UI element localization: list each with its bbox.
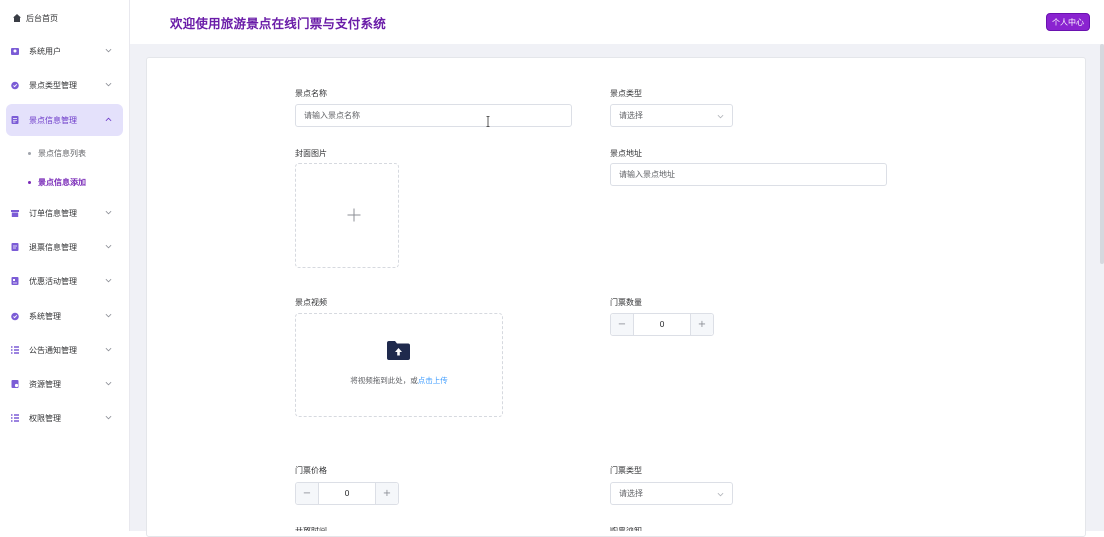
menu-item-refund-info[interactable]: 退票信息管理 [6, 231, 123, 263]
promotion-icon [10, 276, 20, 286]
increment-button[interactable]: + [690, 314, 713, 335]
chevron-down-icon [105, 82, 112, 87]
ticket-price-label: 门票价格 [295, 466, 327, 475]
menu-label: 系统用户 [29, 46, 61, 56]
menu-item-system-users[interactable]: 系统用户 [6, 35, 123, 67]
start-time-label: 开放时间 [295, 527, 355, 531]
video-label: 景点视频 [295, 298, 327, 307]
chevron-down-icon [105, 244, 112, 249]
order-icon [10, 208, 20, 218]
ticket-type-select[interactable]: 请选择 [610, 482, 733, 505]
menu-label: 景点类型管理 [29, 80, 77, 90]
menu-label: 退票信息管理 [29, 242, 77, 252]
ticket-price-value[interactable]: 0 [319, 483, 375, 504]
chevron-down-icon [105, 347, 112, 352]
permission-icon [10, 413, 20, 423]
plus-icon [347, 208, 361, 222]
chevron-down-icon [717, 114, 724, 119]
ticket-type-label: 门票类型 [610, 466, 642, 475]
scrollbar-thumb[interactable] [1100, 44, 1104, 264]
menu-item-scenic-info[interactable]: 景点信息管理 [6, 104, 123, 136]
decrement-button[interactable]: − [611, 314, 634, 335]
submenu-item-scenic-list[interactable]: 景点信息列表 [28, 146, 86, 160]
chevron-up-icon [105, 117, 112, 122]
document-icon [10, 115, 20, 125]
chevron-down-icon [105, 381, 112, 386]
system-icon [10, 311, 20, 321]
text-cursor-icon [486, 116, 490, 127]
home-link[interactable]: 后台首页 [12, 11, 58, 25]
submenu-label: 景点信息添加 [38, 177, 86, 187]
sidebar: 后台首页 系统用户 景点类型管理 景点信息管理 景点信息列表 景点信息添加 订单… [0, 0, 130, 531]
decrement-button[interactable]: − [296, 483, 319, 504]
name-input[interactable]: 请输入景点名称 [295, 104, 572, 127]
ticket-count-stepper: − 0 + [610, 313, 714, 336]
menu-item-promotion[interactable]: 优惠活动管理 [6, 265, 123, 297]
type-label: 景点类型 [610, 89, 642, 98]
home-icon [13, 14, 21, 22]
page-title: 欢迎使用旅游景点在线门票与支付系统 [170, 16, 386, 31]
menu-item-system[interactable]: 系统管理 [6, 300, 123, 332]
bullet-dot [28, 151, 31, 155]
cover-label: 封面图片 [295, 149, 327, 158]
click-upload-link[interactable]: 点击上传 [418, 376, 448, 385]
bullet-dot [28, 180, 31, 184]
purchase-notice-label: 购票须知 [610, 527, 670, 531]
chevron-down-icon [717, 492, 724, 497]
name-label: 景点名称 [295, 89, 327, 98]
resource-icon [10, 379, 20, 389]
menu-label: 景点信息管理 [29, 115, 77, 125]
ticket-count-value[interactable]: 0 [634, 314, 690, 335]
category-icon [10, 80, 20, 90]
drag-hint: 将视频拖到此处，或 [350, 376, 418, 385]
menu-label: 优惠活动管理 [29, 276, 77, 286]
chevron-down-icon [105, 313, 112, 318]
ticket-type-select-value: 请选择 [619, 489, 643, 498]
home-label: 后台首页 [26, 13, 58, 23]
menu-item-order-info[interactable]: 订单信息管理 [6, 197, 123, 229]
submenu-label: 景点信息列表 [38, 148, 86, 158]
refund-icon [10, 242, 20, 252]
menu-label: 订单信息管理 [29, 208, 77, 218]
address-input[interactable]: 请输入景点地址 [610, 163, 887, 186]
menu-label: 系统管理 [29, 311, 61, 321]
chevron-down-icon [105, 48, 112, 53]
increment-button[interactable]: + [375, 483, 398, 504]
video-drag-text: 将视频拖到此处，或点击上传 [296, 375, 502, 386]
menu-item-notice[interactable]: 公告通知管理 [6, 334, 123, 366]
top-header: 欢迎使用旅游景点在线门票与支付系统 个人中心 [130, 0, 1104, 44]
menu-label: 公告通知管理 [29, 345, 77, 355]
type-select[interactable]: 请选择 [610, 104, 733, 127]
video-upload-dropzone[interactable] [295, 313, 503, 417]
profile-button[interactable]: 个人中心 [1046, 13, 1090, 31]
address-label: 景点地址 [610, 149, 642, 158]
type-select-value: 请选择 [619, 111, 643, 120]
menu-label: 资源管理 [29, 379, 61, 389]
chevron-down-icon [105, 278, 112, 283]
user-icon [10, 46, 20, 56]
ticket-price-stepper: − 0 + [295, 482, 399, 505]
submenu-item-scenic-add[interactable]: 景点信息添加 [28, 175, 86, 189]
chevron-down-icon [105, 210, 112, 215]
menu-item-permission[interactable]: 权限管理 [6, 402, 123, 434]
folder-upload-icon [387, 341, 410, 360]
ticket-count-label: 门票数量 [610, 298, 642, 307]
menu-item-resource[interactable]: 资源管理 [6, 368, 123, 400]
menu-label: 权限管理 [29, 413, 61, 423]
notice-icon [10, 345, 20, 355]
chevron-down-icon [105, 415, 112, 420]
menu-item-scenic-type[interactable]: 景点类型管理 [6, 69, 123, 101]
